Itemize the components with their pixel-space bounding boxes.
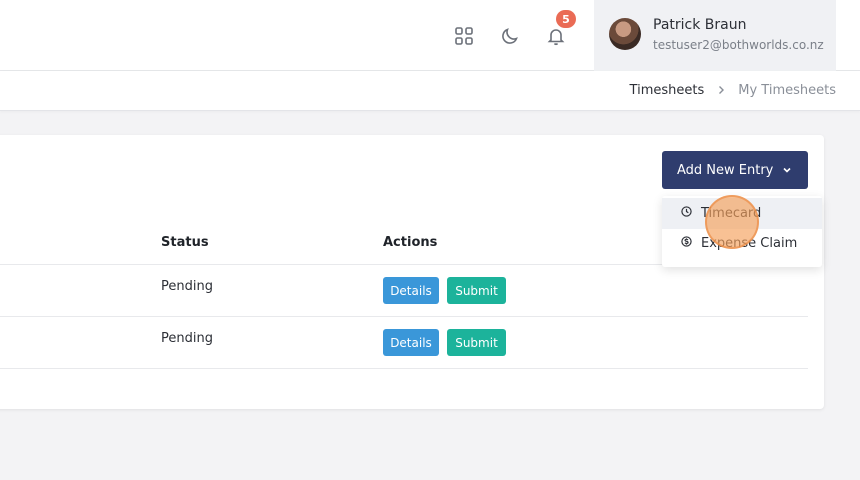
chevron-right-icon xyxy=(716,84,726,98)
chevron-down-icon xyxy=(782,164,792,179)
user-email: testuser2@bothworlds.co.nz xyxy=(653,38,824,52)
submit-button[interactable]: Submit xyxy=(447,329,506,356)
moon-icon[interactable] xyxy=(499,25,521,47)
details-button[interactable]: Details xyxy=(383,329,439,356)
breadcrumb-timesheets[interactable]: Timesheets xyxy=(630,83,705,98)
breadcrumb-my-timesheets: My Timesheets xyxy=(738,83,836,98)
bell-icon[interactable] xyxy=(545,25,567,47)
table-row-status: Pending xyxy=(161,279,213,294)
apps-grid-icon[interactable] xyxy=(453,25,475,47)
avatar xyxy=(609,18,641,50)
add-new-entry-label: Add New Entry xyxy=(677,162,774,178)
table-divider xyxy=(0,368,808,369)
menu-item-label: Timecard xyxy=(701,206,762,221)
dollar-circle-icon xyxy=(681,236,692,251)
menu-item-timecard[interactable]: Timecard xyxy=(662,198,822,229)
table-row-status: Pending xyxy=(161,331,213,346)
add-entry-dropdown: Timecard Expense Claim xyxy=(662,196,822,267)
user-name: Patrick Braun xyxy=(653,17,747,33)
menu-item-expense-claim[interactable]: Expense Claim xyxy=(662,228,822,259)
column-header-status: Status xyxy=(161,235,209,250)
submit-button[interactable]: Submit xyxy=(447,277,506,304)
top-header: 5 Patrick Braun testuser2@bothworlds.co.… xyxy=(0,0,860,71)
notification-badge: 5 xyxy=(556,10,576,28)
user-menu[interactable]: Patrick Braun testuser2@bothworlds.co.nz xyxy=(594,0,836,71)
add-new-entry-button[interactable]: Add New Entry xyxy=(662,151,808,189)
column-header-actions: Actions xyxy=(383,235,438,250)
table-divider xyxy=(0,316,808,317)
clock-icon xyxy=(681,206,692,221)
breadcrumb: Timesheets My Timesheets xyxy=(630,83,836,98)
details-button[interactable]: Details xyxy=(383,277,439,304)
menu-item-label: Expense Claim xyxy=(701,236,798,251)
breadcrumb-bar: Timesheets My Timesheets xyxy=(0,71,860,111)
